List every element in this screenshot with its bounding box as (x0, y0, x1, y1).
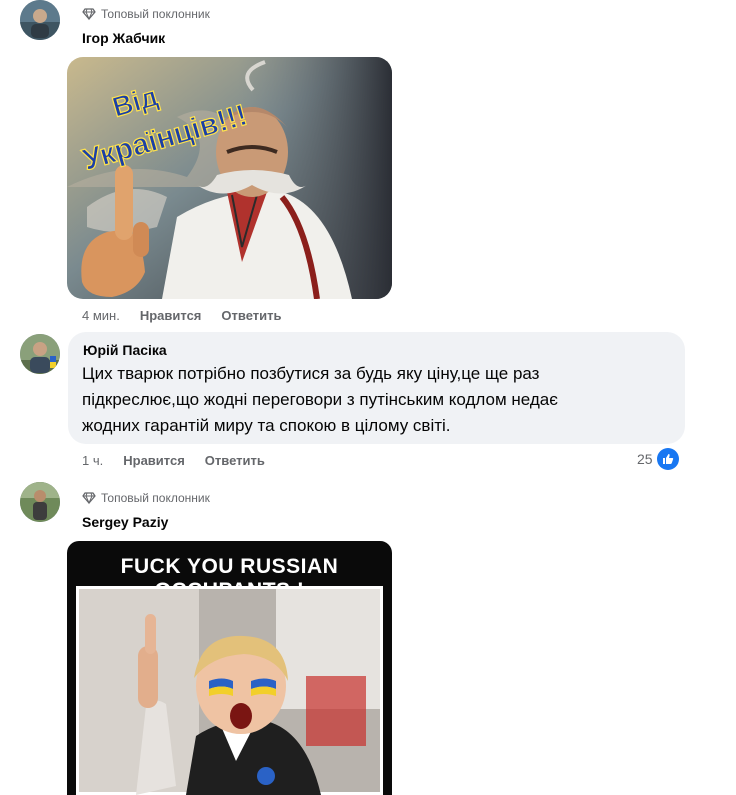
top-fan-badge: Топовый поклонник (82, 7, 210, 21)
comment-timestamp[interactable]: 1 ч. (82, 453, 103, 468)
reaction-summary[interactable]: 25 (637, 448, 679, 470)
comment-text-line: жодних гарантій миру та спокою в цілому … (82, 416, 451, 435)
reply-button[interactable]: Ответить (221, 308, 281, 323)
avatar-photo (20, 334, 60, 374)
like-icon (656, 448, 679, 470)
comment-author[interactable]: Юрій Пасіка (83, 342, 671, 358)
badge-label: Топовый поклонник (101, 491, 210, 505)
avatar[interactable] (20, 334, 60, 374)
avatar-photo (20, 0, 60, 40)
comment-text-line: підкреслює,що жодні переговори з путінсь… (82, 390, 558, 409)
comment-text-line: Цих тварюк потрібно позбутися за будь як… (82, 364, 540, 383)
avatar[interactable] (20, 0, 60, 40)
like-button[interactable]: Нравится (140, 308, 202, 323)
comment-author[interactable]: Sergey Paziy (82, 514, 168, 530)
comment-actions: 1 ч. Нравится Ответить (82, 453, 265, 468)
meme-photo (76, 586, 383, 795)
diamond-icon (82, 8, 96, 21)
diamond-icon (82, 492, 96, 505)
avatar[interactable] (20, 482, 60, 522)
avatar-photo (20, 482, 60, 522)
reply-button[interactable]: Ответить (205, 453, 265, 468)
comment-author[interactable]: Ігор Жабчик (82, 30, 165, 46)
comment-bubble: Юрій Пасіка Цих тварюк потрібно позбутис… (68, 332, 685, 444)
comment-image-cossack[interactable]: Від Українців!!! (67, 57, 392, 299)
comment-text: Цих тварюк потрібно позбутися за будь як… (82, 361, 671, 439)
comment-actions: 4 мин. Нравится Ответить (82, 308, 281, 323)
reaction-count: 25 (637, 451, 653, 467)
comment-image-russian-occupants[interactable]: FUCK YOU RUSSIAN OCCUPANTS ! (67, 541, 392, 795)
like-button[interactable]: Нравится (123, 453, 185, 468)
top-fan-badge: Топовый поклонник (82, 491, 210, 505)
comment-timestamp[interactable]: 4 мин. (82, 308, 120, 323)
cossack-meme-image: Від Українців!!! (67, 57, 392, 299)
badge-label: Топовый поклонник (101, 7, 210, 21)
